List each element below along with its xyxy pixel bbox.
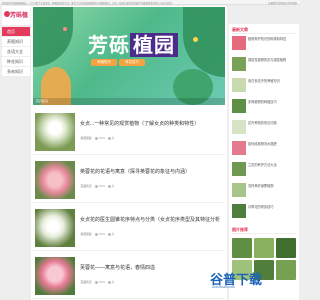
latest-item[interactable]: 花卉养殖的常见问题 [232,119,296,140]
article-thumbnail[interactable] [35,209,75,247]
sidebar-item-flower-language[interactable]: 花语大全 [2,47,30,57]
latest-thumbnail[interactable] [232,120,246,134]
eye-icon [107,184,111,188]
latest-item[interactable]: 多肉植物的种植技巧 [232,98,296,119]
latest-thumbnail[interactable] [232,36,246,50]
article-category-tag[interactable]: 种花知识 [80,136,93,140]
article-category-tag[interactable]: 花语大全 [80,184,93,188]
eye-icon [107,136,111,140]
main-content: 芳砾 植园 种植知识 养花技巧 花卉知识 女贞...一种常见的观赏植物（了解女贞的… [31,6,227,300]
latest-item[interactable]: 用白色花卉的养殖知识 [232,77,296,98]
watermark-logo: 谷普下载 GUPUXIAZAI.COM [210,265,290,295]
eye-icon [107,280,111,284]
article-title[interactable]: 英蓉花的花语与寓意（探寻英蓉花的象征与内涵） [80,168,220,175]
sidebar-item-succulent[interactable]: 多肉知识 [2,67,30,77]
recommended-image[interactable] [232,238,252,258]
article-date: 2024 [99,281,105,284]
top-welcome-text: 欢迎来到芳砾植园网站，一个汇聚了丰富多彩、种植知识的平台。致力于分享各类植物养护… [2,2,175,5]
sidebar-item-breeding[interactable]: 养殖知识 [2,37,30,47]
article-thumbnail[interactable] [35,257,75,295]
recommended-image[interactable] [254,238,274,258]
leaf-decoration [183,7,225,77]
article-item[interactable]: 英蓉花的花语与寓意（探寻英蓉花的象征与内涵） 花语大全 2024 次 [33,156,225,203]
article-item[interactable]: 女贞花的医生圆锥花序特点与分类（女贞花序类型及其特征分析） 种花知识 2024 … [33,204,225,251]
banner-title-part-a: 芳砾 [88,33,130,57]
article-thumbnail[interactable] [35,113,75,151]
latest-thumbnail[interactable] [232,141,246,155]
banner-title-part-b: 植园 [130,33,178,57]
divider [232,33,296,34]
sidebar-item-home[interactable]: 首页 [2,27,30,37]
latest-item[interactable]: 怎样养好绿萝植物 [232,182,296,203]
latest-thumbnail[interactable] [232,204,246,218]
article-views: 次 [111,137,115,140]
article-thumbnail[interactable] [35,161,75,199]
latest-item[interactable]: 植物养护知识的种类和特性 [232,35,296,56]
watermark-subtext: GUPUXIAZAI.COM [212,286,235,289]
sidebar-nav: 首页 养殖知识 花语大全 种花知识 多肉知识 [2,27,30,77]
article-meta: 花语大全 2024 次 [80,280,114,284]
latest-thumbnail[interactable] [232,183,246,197]
logo-text: 芳砾植 [10,12,29,19]
latest-title[interactable]: 观赏性植物的花与观赏植物 [248,58,295,62]
article-meta: 花语大全 2024 次 [80,184,114,188]
article-date: 2024 [99,137,105,140]
latest-title[interactable]: 月季花的修剪技巧 [248,205,295,209]
clock-icon [95,184,99,188]
latest-title[interactable]: 兰花的养护方法大全 [248,163,295,167]
latest-title[interactable]: 如何给植物浇水施肥 [248,142,295,146]
recommended-image[interactable] [276,238,296,258]
article-meta: 种花知识 2024 次 [80,136,114,140]
latest-thumbnail[interactable] [232,99,246,113]
article-date: 2024 [99,185,105,188]
article-meta: 种花知识 2024 次 [80,232,114,236]
banner-pill-knowledge[interactable]: 种植知识 [91,59,117,66]
article-category-tag[interactable]: 种花知识 [80,232,93,236]
article-title[interactable]: 女贞...一种常见的观赏植物（了解女贞的种类和特性） [80,120,220,127]
article-views: 次 [111,233,115,236]
dot-decoration [63,27,67,31]
clock-icon [95,232,99,236]
article-category-tag[interactable]: 花语大全 [80,280,93,284]
banner-caption: 花卉知识 [33,98,225,105]
article-title[interactable]: 芙蓉花——寓意与花语，春情四溢 [80,264,220,271]
clock-icon [95,280,99,284]
banner-pill-tips[interactable]: 养花技巧 [119,59,145,66]
article-views: 次 [111,185,115,188]
latest-thumbnail[interactable] [232,78,246,92]
latest-thumbnail[interactable] [232,57,246,71]
latest-title[interactable]: 花卉养殖的常见问题 [248,121,295,125]
latest-title[interactable]: 植物养护知识的种类和特性 [248,37,295,41]
site-logo[interactable]: 芳砾植 [2,6,30,25]
dot-decoration [193,37,198,42]
right-sidebar: 最新文章 植物养护知识的种类和特性 观赏性植物的花与观赏植物 用白色花卉的养殖知… [229,24,299,300]
latest-item[interactable]: 兰花的养护方法大全 [232,161,296,182]
article-item[interactable]: 女贞...一种常见的观赏植物（了解女贞的种类和特性） 种花知识 2024 次 [33,108,225,155]
banner-title: 芳砾 植园 [88,29,178,58]
top-info-bar: 欢迎来到芳砾植园网站，一个汇聚了丰富多彩、种植知识的平台。致力于分享各类植物养护… [0,0,300,5]
latest-thumbnail[interactable] [232,162,246,176]
sidebar-item-planting[interactable]: 种花知识 [2,57,30,67]
article-title[interactable]: 女贞花的医生圆锥花序特点与分类（女贞花序类型及其特征分析） [80,216,220,223]
hero-banner[interactable]: 芳砾 植园 种植知识 养花技巧 花卉知识 [33,7,225,105]
eye-icon [107,232,111,236]
article-item[interactable]: 芙蓉花——寓意与花语，春情四溢 花语大全 2024 次 [33,252,225,299]
divider [232,233,296,234]
leaf-decoration [33,7,73,67]
latest-title[interactable]: 多肉植物的种植技巧 [248,100,295,104]
latest-title[interactable]: 用白色花卉的养殖知识 [248,79,295,83]
latest-item[interactable]: 如何给植物浇水施肥 [232,140,296,161]
latest-title[interactable]: 怎样养好绿萝植物 [248,184,295,188]
article-date: 2024 [99,233,105,236]
latest-item[interactable]: 月季花的修剪技巧 [232,203,296,224]
clock-icon [95,136,99,140]
article-views: 次 [111,281,115,284]
top-right-text: 如果我们的网站对你有帮助 [268,2,297,5]
latest-item[interactable]: 观赏性植物的花与观赏植物 [232,56,296,77]
